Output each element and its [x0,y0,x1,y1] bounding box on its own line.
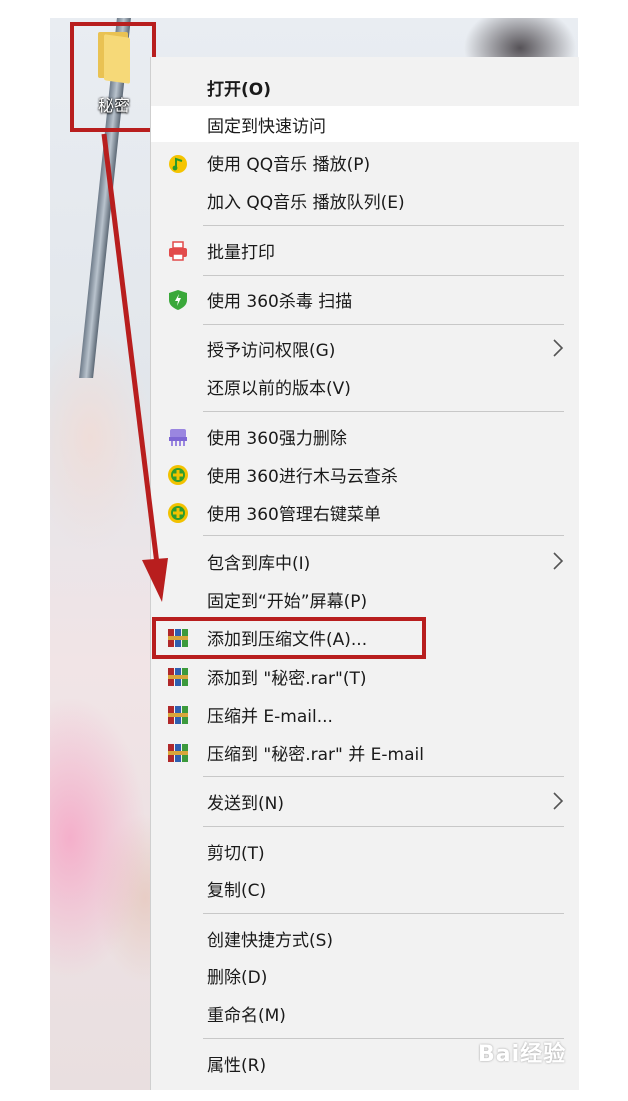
annotation-arrow-icon [101,133,168,602]
watermark: Bai经验 [478,1042,567,1067]
